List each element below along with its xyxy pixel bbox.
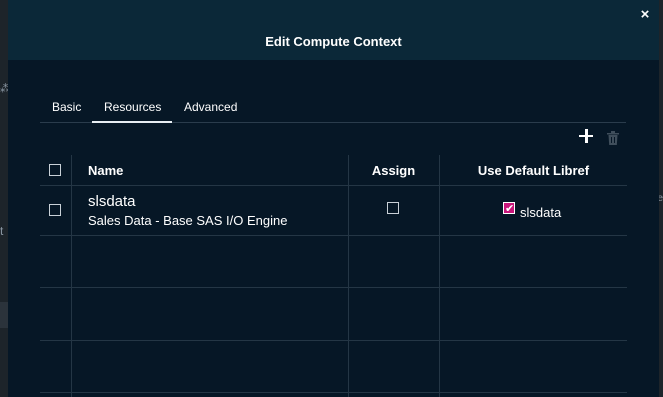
- close-icon[interactable]: ×: [636, 5, 654, 23]
- row-divider: [40, 340, 627, 341]
- background-text-fragment: t: [0, 224, 4, 238]
- column-divider: [439, 155, 440, 397]
- libref-value: slsdata: [520, 205, 562, 220]
- row-select-checkbox[interactable]: [49, 204, 61, 216]
- resources-table: Name Assign Use Default Libref slsdata S…: [40, 155, 627, 397]
- tab-basic[interactable]: Basic: [52, 100, 81, 114]
- select-all-checkbox[interactable]: [49, 164, 61, 176]
- plus-icon[interactable]: [579, 129, 593, 143]
- tab-resources[interactable]: Resources: [104, 100, 161, 114]
- header-divider: [40, 185, 627, 186]
- column-header-name[interactable]: Name: [88, 163, 123, 178]
- checkmark-icon: ✔: [505, 203, 515, 215]
- assign-checkbox[interactable]: [387, 202, 399, 214]
- resource-description: Sales Data - Base SAS I/O Engine: [88, 213, 288, 228]
- dialog-header: Edit Compute Context ×: [8, 0, 659, 60]
- background-row: [0, 302, 8, 328]
- selected-tab-indicator: [92, 121, 172, 123]
- row-divider: [40, 392, 627, 393]
- tab-advanced[interactable]: Advanced: [184, 100, 237, 114]
- background-page-left: [0, 0, 8, 397]
- column-divider: [348, 155, 349, 397]
- row-divider: [40, 235, 627, 236]
- trash-icon[interactable]: [607, 131, 619, 145]
- tab-bar: Basic Resources Advanced: [40, 92, 626, 123]
- dialog-title: Edit Compute Context: [265, 34, 402, 49]
- use-default-libref-checkbox[interactable]: ✔: [503, 202, 515, 215]
- column-header-use-default-libref[interactable]: Use Default Libref: [440, 163, 627, 178]
- resource-name: slsdata: [88, 193, 136, 210]
- edit-compute-context-dialog: Edit Compute Context × Basic Resources A…: [8, 0, 659, 397]
- row-divider: [40, 287, 627, 288]
- column-header-assign[interactable]: Assign: [348, 163, 439, 178]
- column-divider: [71, 155, 72, 397]
